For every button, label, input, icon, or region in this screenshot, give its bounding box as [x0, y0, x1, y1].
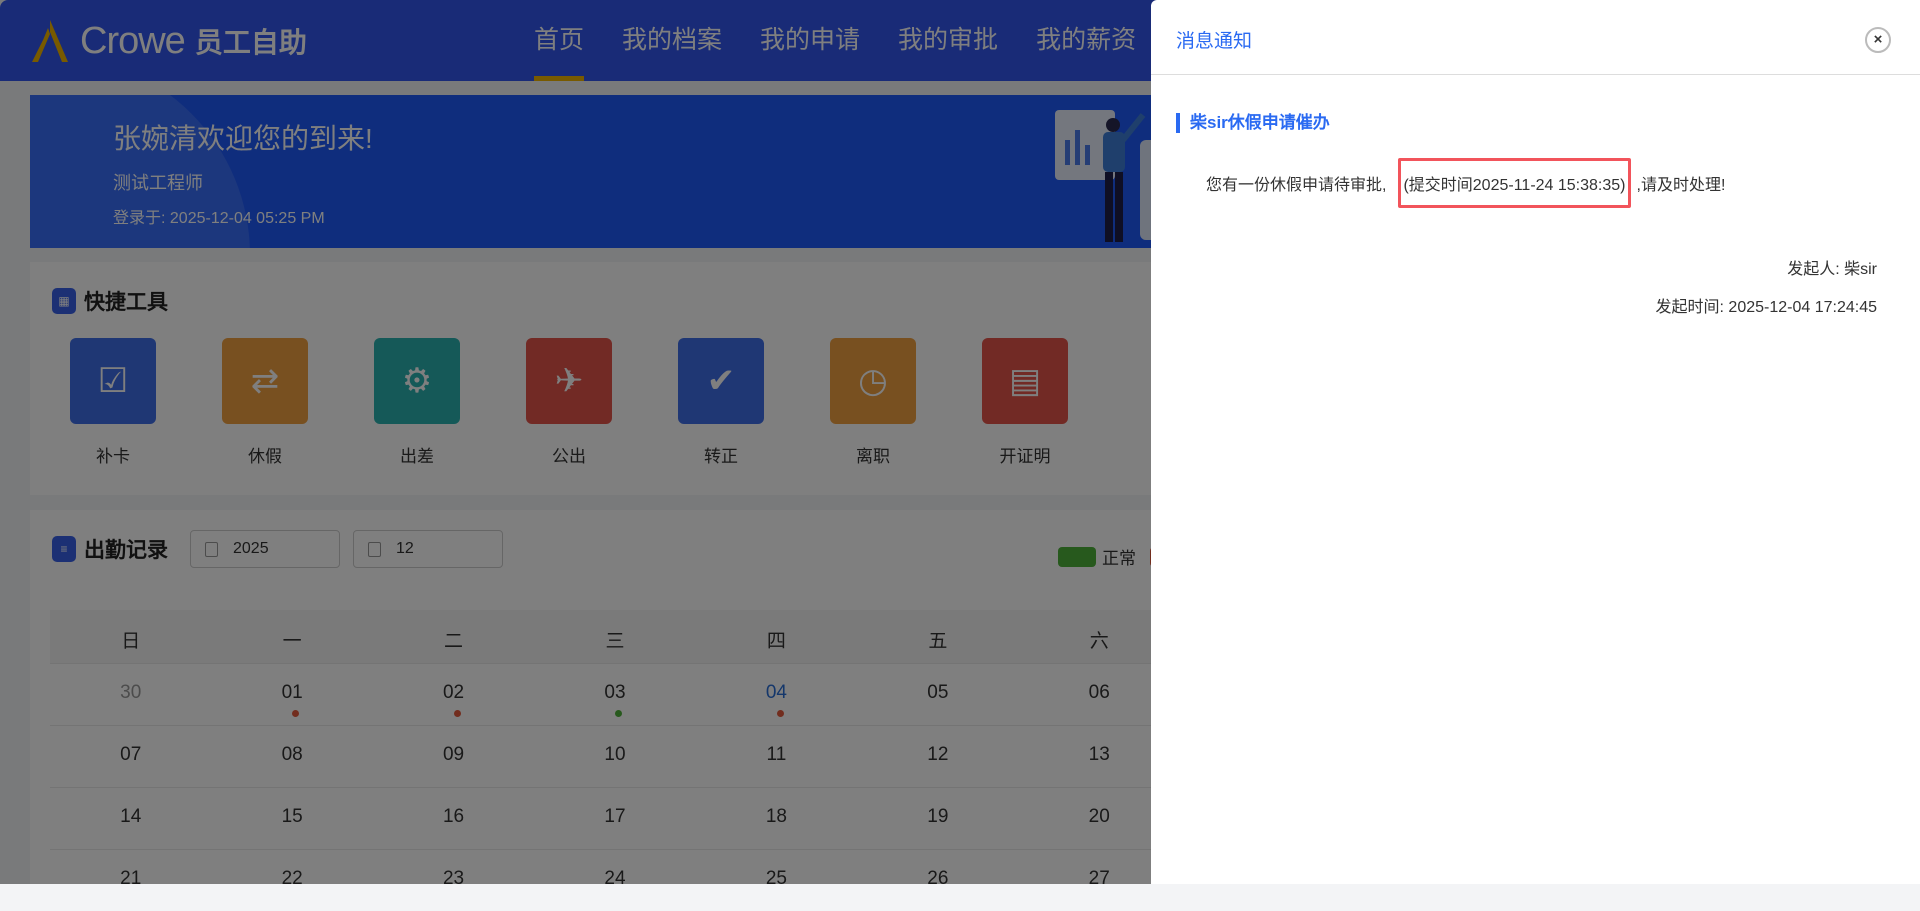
close-icon: ×	[1873, 31, 1883, 48]
initiator: 发起人: 柴sir	[1787, 261, 1877, 278]
close-button[interactable]: ×	[1865, 27, 1891, 53]
body-prefix: 您有一份休假申请待审批,	[1206, 177, 1387, 194]
notification-panel: 消息通知 × 柴sir休假申请催办 您有一份休假申请待审批, (提交时间2025-…	[1151, 0, 1920, 884]
initiated-time: 发起时间: 2025-12-04 17:24:45	[1655, 299, 1877, 316]
panel-title: 消息通知	[1176, 31, 1253, 52]
body-suffix: ,请及时处理!	[1636, 177, 1726, 194]
divider	[1151, 74, 1920, 75]
message-title: 柴sir休假申请催办	[1176, 113, 1330, 133]
submission-time-highlight: (提交时间2025-11-24 15:38:35)	[1398, 158, 1631, 208]
message-body: 您有一份休假申请待审批, (提交时间2025-11-24 15:38:35) ,请及…	[1206, 158, 1725, 208]
